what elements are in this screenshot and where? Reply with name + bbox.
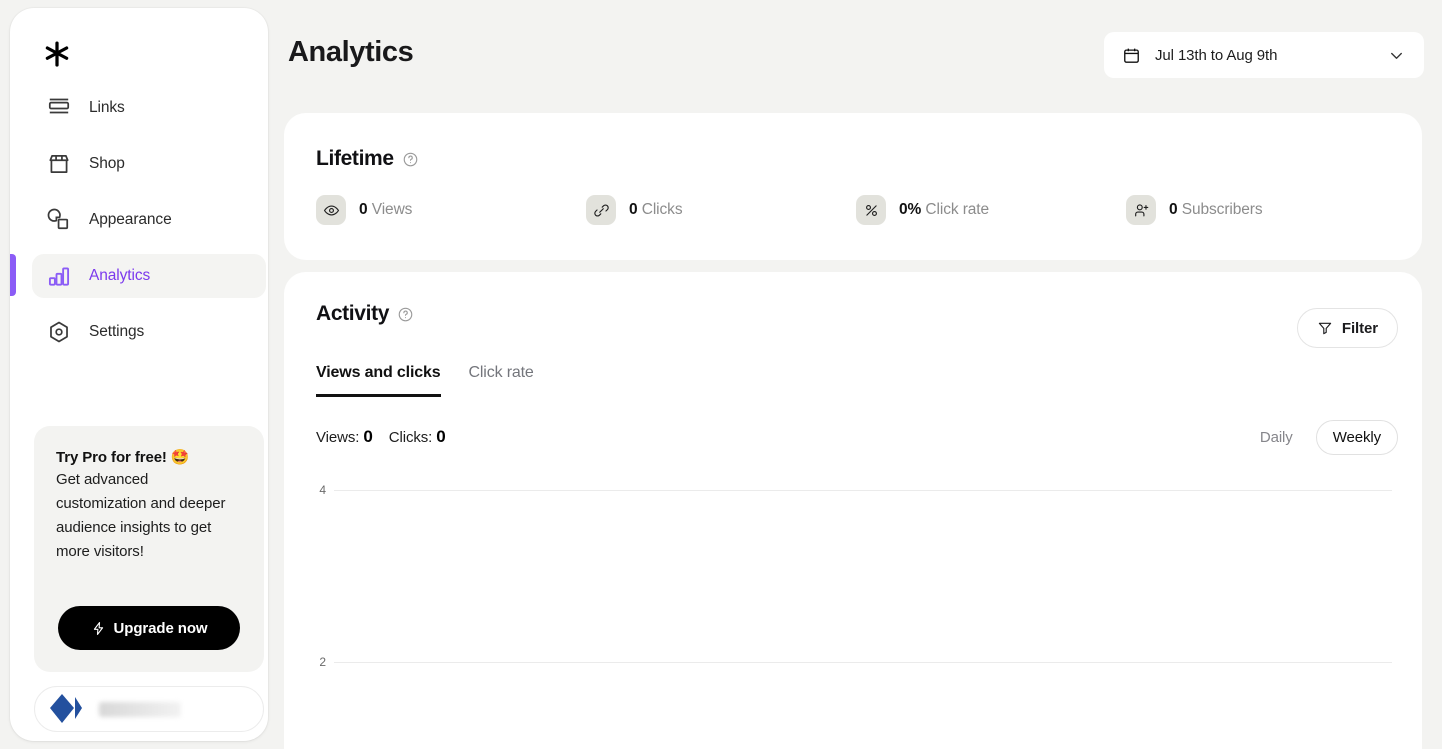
analytics-icon: [46, 263, 72, 289]
link-icon: [586, 195, 616, 225]
tab-click-rate[interactable]: Click rate: [469, 364, 534, 397]
stat-views-text: 0 Views: [359, 201, 412, 219]
summary-views-value: 0: [363, 427, 372, 446]
page-title: Analytics: [288, 36, 413, 69]
lightning-bolt-icon: [91, 621, 106, 636]
calendar-icon: [1122, 46, 1141, 65]
stat-click-rate: 0% Click rate: [856, 195, 1126, 225]
promo-body: Get advanced customization and deeper au…: [56, 468, 242, 564]
question-circle-icon[interactable]: [403, 152, 418, 167]
percent-icon: [856, 195, 886, 225]
promo-title-text: Try Pro for free!: [56, 449, 167, 466]
stat-click-rate-value: 0%: [899, 201, 921, 218]
analytics-page: Links Shop Appearance: [0, 0, 1442, 749]
tab-views-and-clicks[interactable]: Views and clicks: [316, 364, 441, 397]
upgrade-now-button[interactable]: Upgrade now: [58, 606, 240, 650]
asterisk-logo-icon: [42, 40, 72, 70]
summary-views-label: Views:: [316, 429, 359, 446]
sidebar-item-settings[interactable]: Settings: [32, 310, 266, 354]
stat-click-rate-text: 0% Click rate: [899, 201, 989, 219]
gridline-4: [334, 490, 1392, 491]
main-content: Analytics Jul 13th to Aug 9th Lifetime: [268, 0, 1442, 749]
active-nav-indicator: [10, 254, 16, 296]
stat-click-rate-label: Click rate: [925, 201, 989, 218]
eye-icon: [316, 195, 346, 225]
date-range-picker[interactable]: Jul 13th to Aug 9th: [1104, 32, 1424, 78]
stat-views-value: 0: [359, 201, 368, 218]
y-tick-4: 4: [302, 483, 326, 497]
chevron-down-icon: [1387, 46, 1406, 65]
y-tick-2: 2: [302, 655, 326, 669]
summary-clicks-label: Clicks:: [389, 429, 432, 446]
upgrade-now-label: Upgrade now: [114, 620, 208, 637]
sidebar-item-label: Links: [89, 99, 125, 117]
summary-clicks-value: 0: [436, 427, 445, 446]
star-struck-emoji-icon: 🤩: [171, 449, 190, 466]
sidebar-item-appearance[interactable]: Appearance: [32, 198, 266, 242]
lifetime-stats: 0 Views 0 Clicks: [316, 195, 1396, 225]
funnel-icon: [1317, 320, 1333, 336]
user-plus-icon: [1126, 195, 1156, 225]
stat-subscribers-label: Subscribers: [1182, 201, 1263, 218]
activity-header: Activity: [316, 302, 413, 326]
app-logo[interactable]: [42, 34, 84, 76]
gridline-2: [334, 662, 1392, 663]
filter-button[interactable]: Filter: [1297, 308, 1398, 348]
stat-clicks: 0 Clicks: [586, 195, 856, 225]
activity-card: Activity Filter Views and clicks Click r…: [284, 272, 1422, 749]
shop-icon: [46, 151, 72, 177]
stat-views-label: Views: [372, 201, 413, 218]
stat-clicks-text: 0 Clicks: [629, 201, 682, 219]
settings-icon: [46, 319, 72, 345]
sidebar-item-label: Analytics: [89, 267, 150, 285]
sidebar-item-label: Shop: [89, 155, 125, 173]
lifetime-card: Lifetime 0 Views: [284, 113, 1422, 260]
stat-subscribers: 0 Subscribers: [1126, 195, 1396, 225]
lifetime-header: Lifetime: [316, 147, 418, 171]
granularity-weekly[interactable]: Weekly: [1316, 420, 1398, 455]
sidebar-item-label: Settings: [89, 323, 144, 341]
stat-subscribers-value: 0: [1169, 201, 1178, 218]
stat-clicks-label: Clicks: [642, 201, 683, 218]
sidebar: Links Shop Appearance: [10, 8, 268, 741]
promo-title: Try Pro for free! 🤩: [56, 448, 242, 466]
appearance-icon: [46, 207, 72, 233]
sidebar-item-shop[interactable]: Shop: [32, 142, 266, 186]
stat-views: 0 Views: [316, 195, 586, 225]
activity-chart: 4 2: [302, 468, 1407, 749]
sidebar-item-label: Appearance: [89, 211, 172, 229]
summary-views: Views: 0: [316, 427, 373, 447]
question-circle-icon[interactable]: [398, 307, 413, 322]
user-account-chip[interactable]: [34, 686, 264, 732]
sidebar-nav: Links Shop Appearance: [32, 86, 266, 366]
activity-title: Activity: [316, 302, 389, 326]
links-icon: [46, 95, 72, 121]
stat-subscribers-text: 0 Subscribers: [1169, 201, 1263, 219]
activity-summary: Views: 0 Clicks: 0: [316, 427, 446, 447]
activity-tabs: Views and clicks Click rate: [316, 364, 534, 397]
sidebar-item-links[interactable]: Links: [32, 86, 266, 130]
granularity-daily[interactable]: Daily: [1243, 420, 1310, 455]
stat-clicks-value: 0: [629, 201, 638, 218]
summary-clicks: Clicks: 0: [389, 427, 446, 447]
date-range-value: Jul 13th to Aug 9th: [1155, 47, 1373, 64]
lifetime-title: Lifetime: [316, 147, 394, 171]
sidebar-item-analytics[interactable]: Analytics: [32, 254, 266, 298]
pro-upgrade-promo-card: Try Pro for free! 🤩 Get advanced customi…: [34, 426, 264, 672]
granularity-toggle: Daily Weekly: [1243, 420, 1398, 455]
filter-label: Filter: [1342, 320, 1378, 337]
blue-diamond-avatar-icon: [49, 692, 87, 726]
user-name-blurred: [99, 702, 181, 717]
